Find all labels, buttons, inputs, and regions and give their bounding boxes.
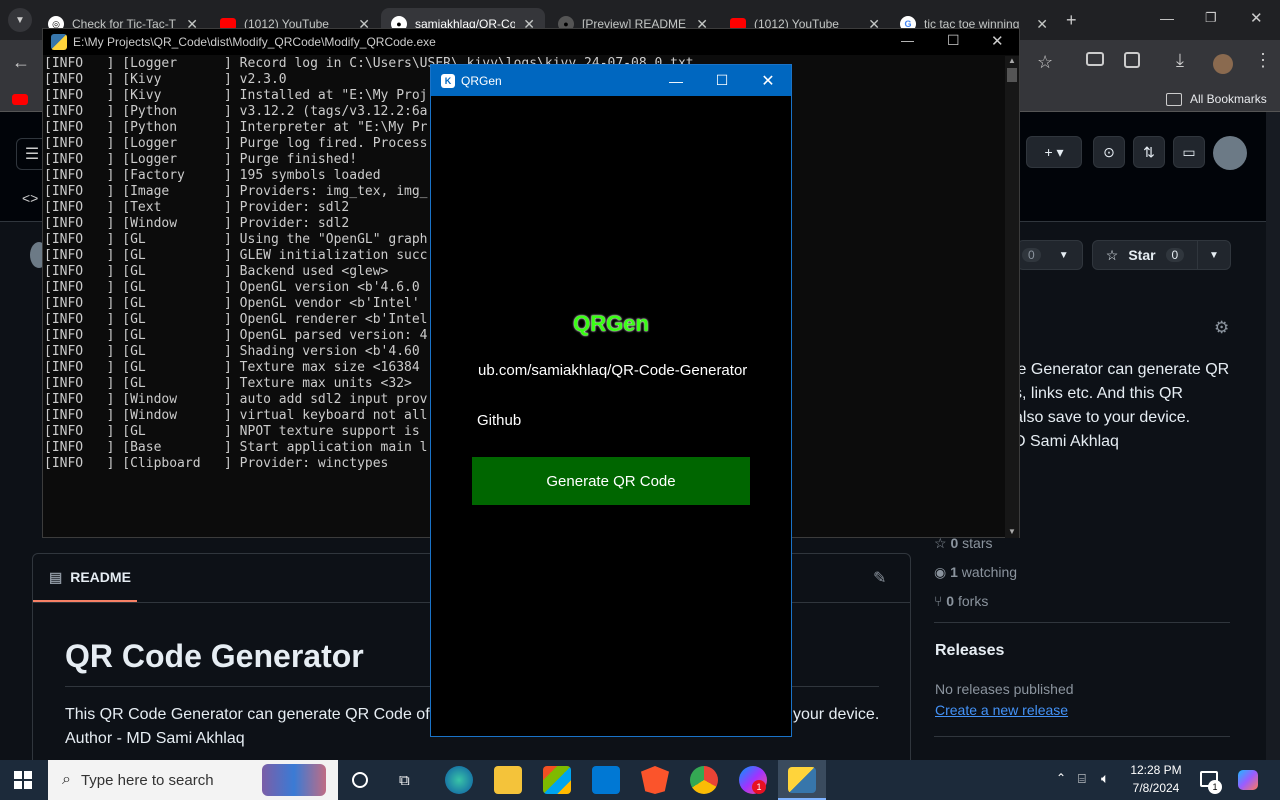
star-dropdown-button[interactable]: ▼ — [1197, 240, 1231, 270]
bookmark-star-icon[interactable]: ☆ — [1037, 52, 1053, 73]
maximize-icon[interactable]: ☐ — [699, 65, 745, 96]
search-icon: ⌕ — [62, 771, 71, 788]
windows-start-icon[interactable] — [14, 771, 32, 789]
close-icon[interactable]: ✕ — [1250, 9, 1263, 27]
issues-icon[interactable]: ⊙ — [1093, 136, 1125, 168]
create-release-link[interactable]: Create a new release — [935, 702, 1068, 718]
tray-chevron-icon[interactable]: ⌃ — [1056, 771, 1066, 785]
releases-heading: Releases — [935, 642, 1005, 659]
all-bookmarks-link[interactable]: All Bookmarks — [1190, 92, 1267, 106]
brave-icon[interactable] — [641, 766, 669, 794]
search-highlight-image — [262, 764, 326, 796]
tab-search-button[interactable]: ▼ — [8, 8, 32, 32]
qrgen-titlebar[interactable]: K QRGen — ☐ ✕ — [431, 65, 791, 96]
repo-stats: ☆ 0 stars ◉ 1 watching ⑂ 0 forks — [934, 529, 1017, 616]
python-icon — [51, 34, 67, 50]
minimize-icon[interactable]: — — [1160, 10, 1174, 26]
gear-icon[interactable]: ⚙ — [1214, 318, 1229, 338]
folder-icon — [1166, 93, 1182, 106]
about-description: le Generator can generate QR s, links et… — [1014, 361, 1230, 450]
book-icon: ▤ — [49, 568, 63, 585]
cortana-icon[interactable] — [352, 772, 368, 788]
create-new-button[interactable]: + ▾ — [1026, 136, 1082, 168]
clock-time[interactable]: 12:28 PM — [1130, 763, 1182, 777]
scroll-thumb[interactable] — [1007, 68, 1017, 82]
eye-icon: ◉ — [934, 564, 947, 580]
star-icon: ☆ — [1105, 246, 1119, 263]
youtube-icon[interactable] — [12, 94, 28, 105]
close-icon[interactable]: ✕ — [745, 65, 791, 96]
new-tab-button[interactable]: + — [1066, 10, 1077, 31]
network-icon[interactable]: ⌸ — [1078, 771, 1086, 787]
qrgen-window[interactable]: K QRGen — ☐ ✕ QRGen ub.com/samiakhlaq/QR… — [430, 64, 792, 737]
pencil-icon[interactable]: ✎ — [873, 568, 886, 588]
task-view-icon[interactable]: ⧉ — [399, 772, 410, 789]
scroll-up-icon[interactable]: ▲ — [1005, 56, 1019, 65]
scroll-down-icon[interactable]: ▼ — [1005, 527, 1019, 536]
inbox-icon[interactable]: ▭ — [1173, 136, 1205, 168]
star-button[interactable]: ☆ Star 0 — [1092, 240, 1198, 270]
profile-avatar[interactable] — [1213, 54, 1233, 74]
avatar[interactable] — [1213, 136, 1247, 170]
forks-stat[interactable]: ⑂ 0 forks — [934, 587, 1017, 616]
page-scrollbar[interactable] — [1266, 112, 1280, 760]
back-icon[interactable]: ← — [12, 52, 30, 73]
readme-title: QR Code Generator — [65, 638, 364, 674]
volume-icon[interactable]: 🔈︎ — [1101, 770, 1109, 787]
taskbar-search-box[interactable]: ⌕ Type here to search — [48, 760, 338, 800]
python-icon — [788, 767, 816, 793]
kivy-icon: K — [441, 73, 455, 88]
divider — [934, 736, 1230, 737]
chrome-icon[interactable] — [690, 766, 718, 794]
windows-taskbar: ⌕ Type here to search ⧉ 1 ⌃ ⌸ 🔈︎ 12:28 P… — [0, 760, 1280, 800]
copilot-icon[interactable] — [1238, 770, 1258, 790]
camera-icon[interactable] — [1086, 52, 1104, 66]
code-icon[interactable]: <> — [22, 190, 38, 206]
readme-text: This QR Code Generator can generate QR C… — [65, 706, 439, 723]
file-explorer-icon[interactable] — [494, 766, 522, 794]
pull-requests-icon[interactable]: ⇅ — [1133, 136, 1165, 168]
minimize-icon[interactable]: — — [901, 33, 914, 48]
readme-author: Author - MD Sami Akhlaq — [65, 730, 245, 747]
restore-icon[interactable]: ❐ — [1205, 10, 1217, 26]
watch-count-button[interactable]: 0 ▼ — [1017, 240, 1083, 270]
menu-icon[interactable]: ⋮ — [1254, 50, 1272, 71]
download-icon[interactable]: ⤓ — [1176, 50, 1184, 71]
readme-tab[interactable]: ▤ README — [33, 554, 137, 602]
notification-count-badge: 1 — [752, 780, 766, 794]
name-input[interactable]: Github — [472, 403, 762, 439]
readme-text: your device. — [793, 706, 880, 723]
fork-icon: ⑂ — [934, 593, 943, 609]
no-releases-text: No releases published — [935, 681, 1074, 697]
chevron-down-icon: ▼ — [1058, 249, 1069, 261]
maximize-icon[interactable]: ☐ — [947, 32, 960, 49]
notification-badge: 1 — [1208, 780, 1222, 794]
mail-icon[interactable] — [592, 766, 620, 794]
watching-stat[interactable]: ◉ 1 watching — [934, 558, 1017, 587]
divider — [934, 622, 1230, 623]
close-icon[interactable]: ✕ — [1036, 16, 1048, 33]
minimize-icon[interactable]: — — [653, 65, 699, 96]
extensions-icon[interactable] — [1124, 52, 1140, 68]
url-input[interactable]: ub.com/samiakhlaq/QR-Code-Generator — [472, 353, 762, 389]
edge-icon[interactable] — [445, 766, 473, 794]
console-titlebar[interactable]: E:\My Projects\QR_Code\dist\Modify_QRCod… — [43, 29, 1019, 55]
taskbar-active-app[interactable] — [778, 760, 826, 800]
close-icon[interactable]: ✕ — [991, 32, 1004, 50]
console-scrollbar[interactable]: ▲ ▼ — [1005, 56, 1019, 538]
app-heading: QRGen — [573, 311, 649, 336]
store-icon[interactable] — [543, 766, 571, 794]
clock-date[interactable]: 7/8/2024 — [1130, 781, 1182, 795]
generate-qr-button[interactable]: Generate QR Code — [472, 457, 750, 505]
